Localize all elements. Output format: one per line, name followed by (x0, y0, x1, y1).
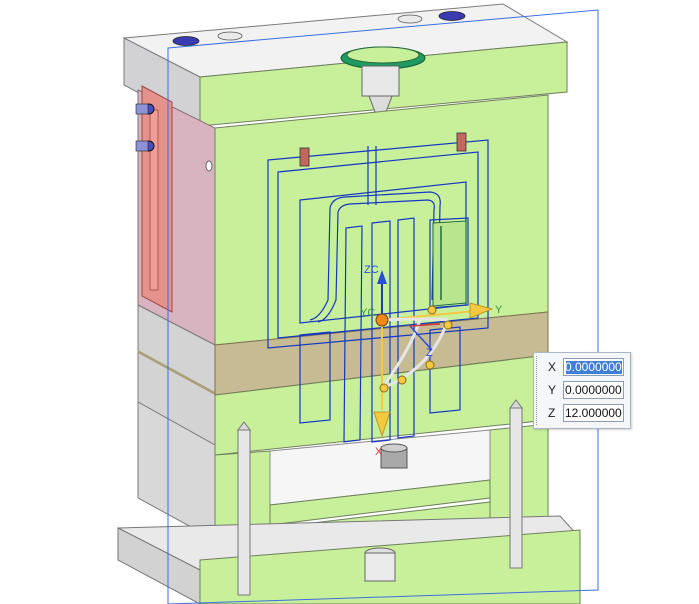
y-axis-label: Y (495, 304, 503, 316)
sprue-bushing (361, 65, 400, 97)
y-coordinate-row: Y (534, 380, 630, 400)
rotation-handle[interactable] (443, 320, 453, 330)
z-coordinate-row: Z (534, 403, 630, 423)
rotation-handle[interactable] (397, 375, 407, 385)
y-coordinate-label: Y (548, 383, 557, 397)
y-coordinate-field[interactable] (563, 381, 624, 399)
graphics-viewport[interactable]: ZC YC Y Z X (0, 0, 699, 604)
x-axis-label: X (375, 446, 383, 458)
locating-ring-top (346, 46, 420, 64)
rotation-handle[interactable] (425, 360, 435, 370)
rotation-handle[interactable] (379, 383, 389, 393)
bolt-hole (397, 14, 423, 24)
cavity-insert-right (432, 220, 467, 307)
return-pin (509, 407, 523, 569)
bolt-shank (135, 103, 149, 115)
x-coordinate-label: X (548, 360, 557, 374)
rotation-arc-zx[interactable] (381, 317, 449, 322)
slide-slot (149, 109, 159, 291)
sprue-puller-top (380, 443, 408, 453)
return-pin (237, 429, 251, 596)
x-coordinate-row: X (534, 357, 630, 377)
yc-axis-label: YC (360, 307, 375, 319)
bolt-hole (172, 36, 200, 46)
knockout-bore (364, 552, 396, 582)
bolt-shank (135, 140, 149, 152)
z-coordinate-label: Z (548, 406, 556, 420)
pin-hole (205, 160, 213, 172)
leader-pin (456, 132, 467, 152)
bolt-hole (217, 31, 243, 41)
origin-handle[interactable] (375, 313, 389, 327)
rotation-handle[interactable] (427, 305, 437, 315)
z-axis-label: Z (426, 347, 433, 359)
x-coordinate-field[interactable] (563, 358, 624, 376)
bolt-hole (438, 11, 466, 21)
z-coordinate-field[interactable] (563, 404, 624, 422)
leader-pin (299, 147, 310, 167)
zc-axis-label: ZC (364, 264, 379, 276)
coordinate-input-box: X Y Z (533, 352, 631, 429)
